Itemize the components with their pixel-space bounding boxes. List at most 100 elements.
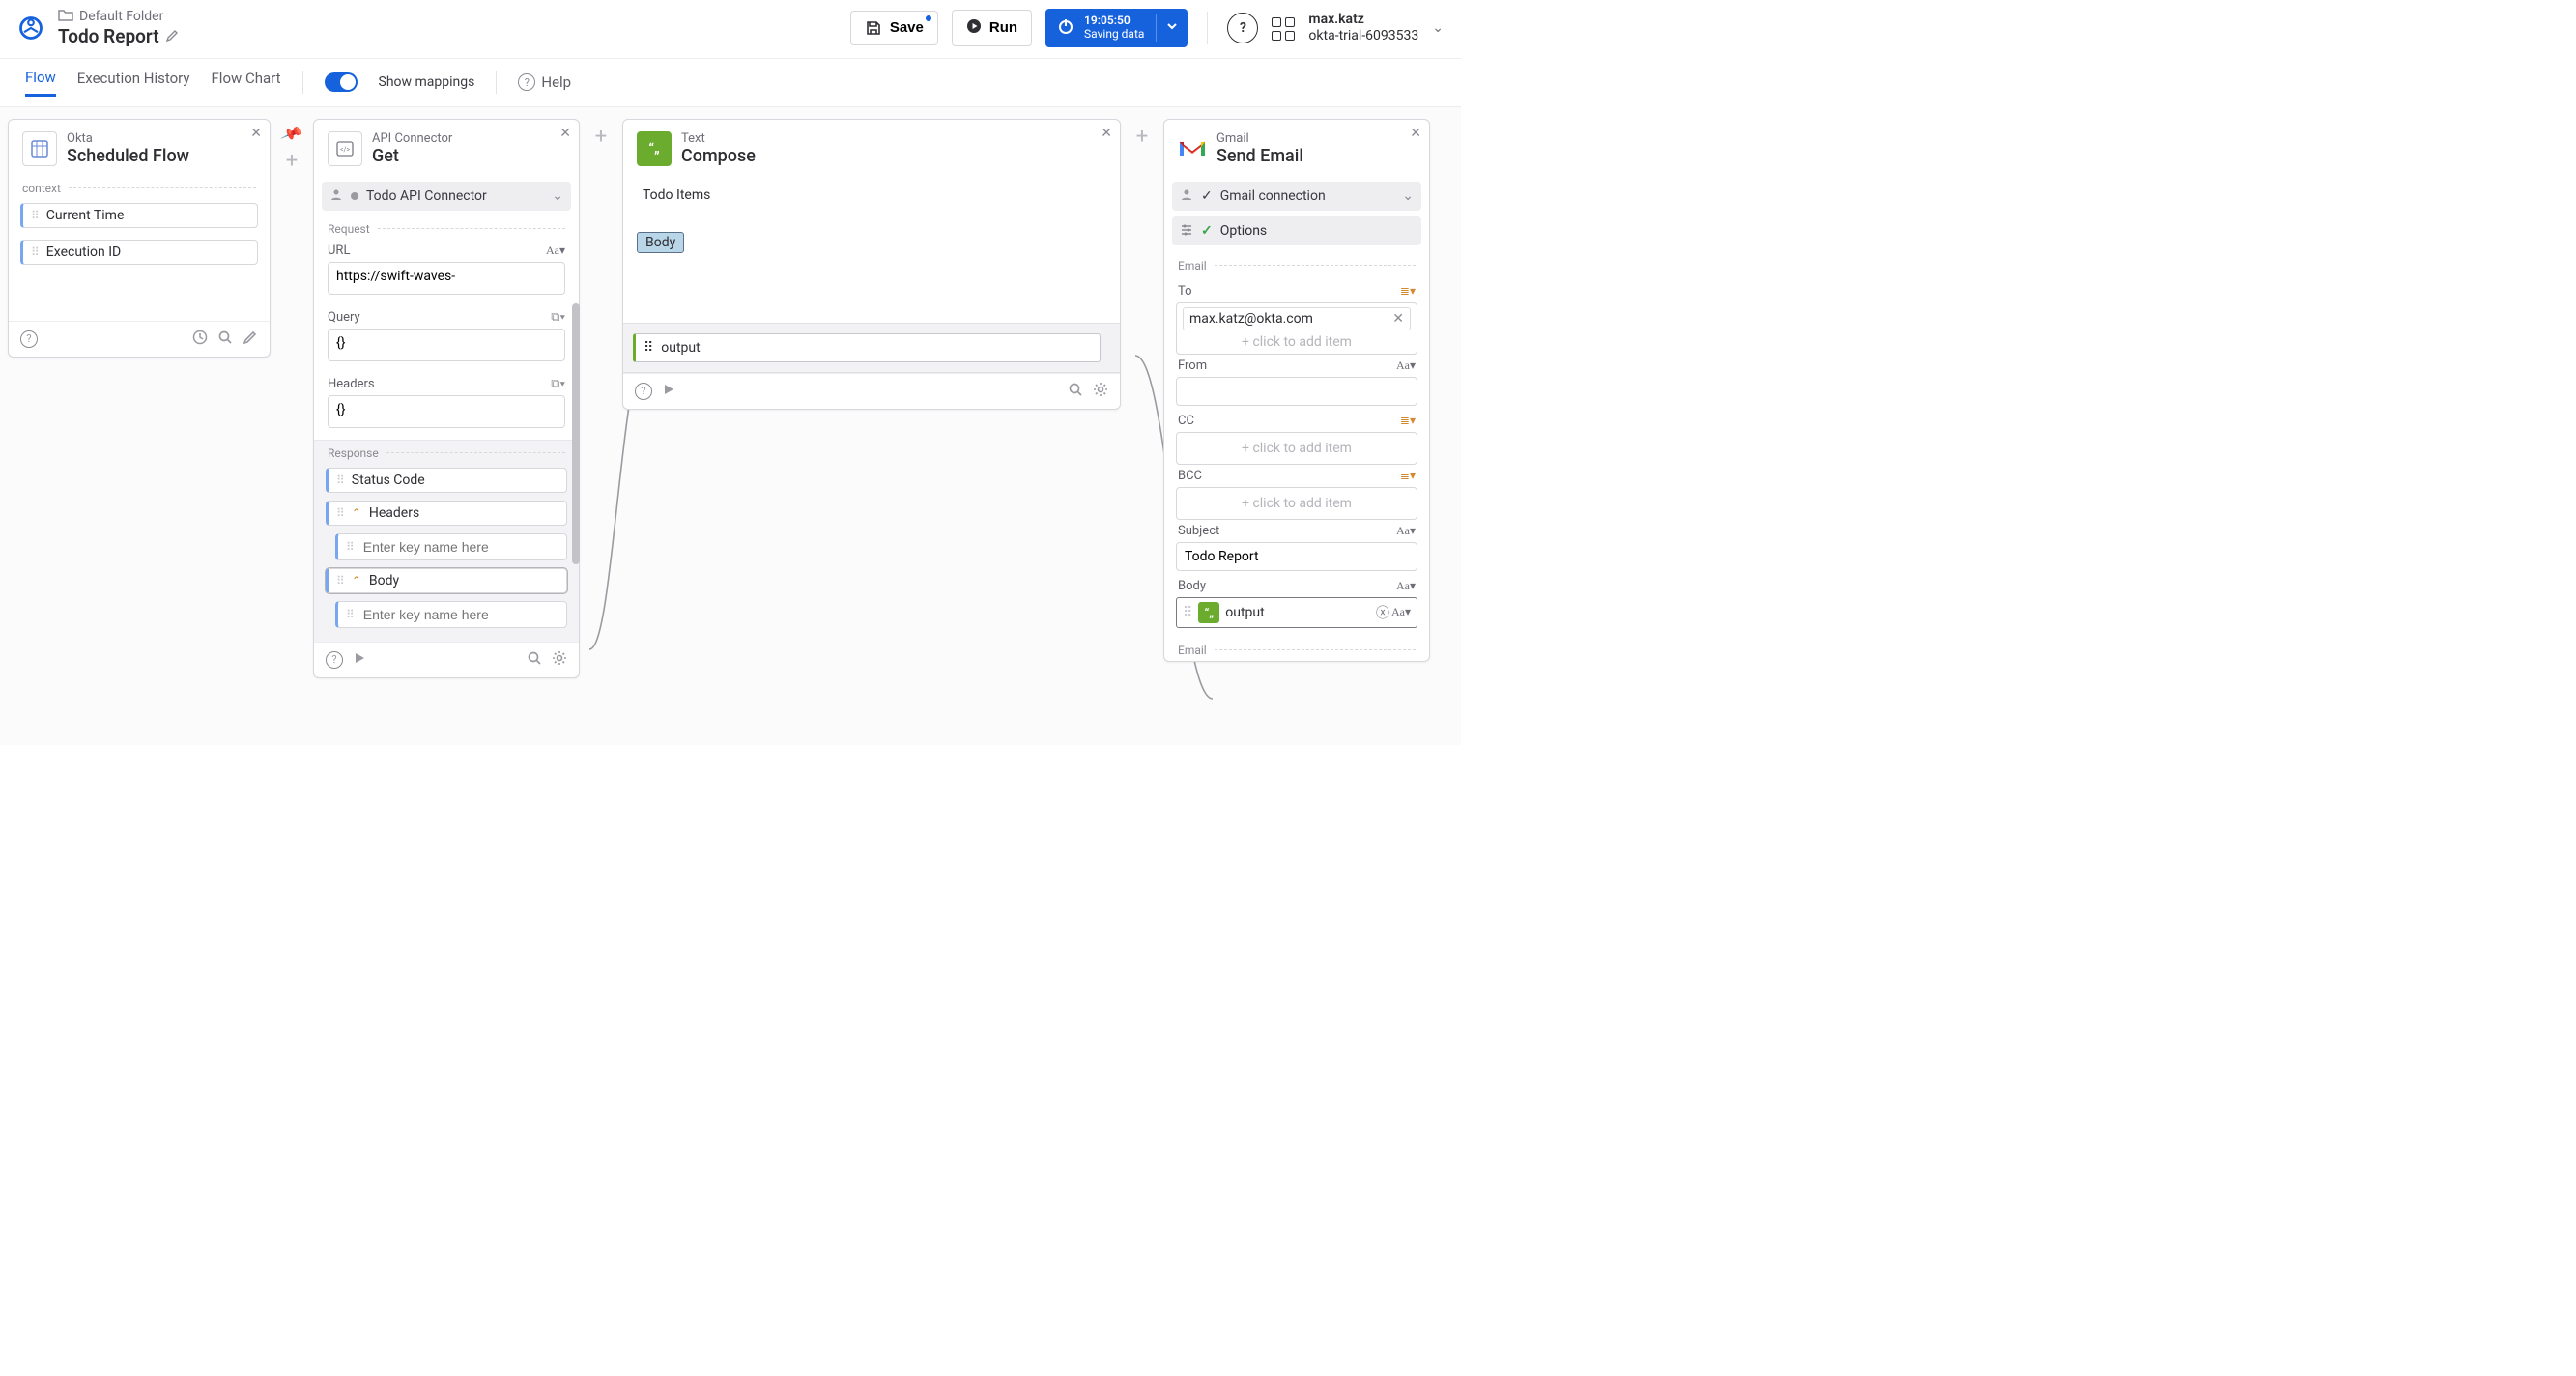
- remove-chip-icon[interactable]: ✕: [1392, 311, 1404, 327]
- section-request: Request: [314, 216, 579, 240]
- app-switcher-icon[interactable]: [1272, 15, 1295, 41]
- body-key-input[interactable]: [361, 606, 558, 623]
- section-email-out: Email: [1164, 638, 1429, 661]
- card-help-icon[interactable]: ?: [326, 651, 343, 669]
- copy-icon[interactable]: ⧉▾: [551, 310, 565, 325]
- add-card-icon[interactable]: +: [595, 125, 607, 149]
- pill-label: Current Time: [46, 208, 125, 223]
- close-icon[interactable]: ✕: [250, 126, 262, 141]
- tab-flow-chart[interactable]: Flow Chart: [212, 70, 281, 95]
- connection-selector[interactable]: ✓ Gmail connection ⌄: [1172, 182, 1421, 211]
- show-mappings-label: Show mappings: [379, 74, 475, 90]
- chevron-down-icon[interactable]: ⌄: [1432, 20, 1444, 36]
- tab-execution-history[interactable]: Execution History: [77, 70, 190, 95]
- help-icon[interactable]: ?: [1227, 13, 1258, 43]
- gear-icon[interactable]: [1093, 382, 1108, 401]
- card-title: Compose: [681, 146, 756, 166]
- play-icon[interactable]: [353, 651, 366, 669]
- options-label: Options: [1220, 223, 1267, 239]
- type-indicator[interactable]: Aa▾: [1391, 605, 1411, 619]
- status-dot-icon: [351, 192, 358, 200]
- card-supertitle: Okta: [67, 131, 189, 146]
- bcc-field[interactable]: + click to add item: [1176, 487, 1417, 520]
- output-execution-id[interactable]: ⠿ Execution ID: [20, 240, 258, 265]
- list-toggle-icon[interactable]: ≣▾: [1400, 469, 1416, 482]
- query-label: Query: [328, 310, 360, 325]
- scrollbar[interactable]: [572, 303, 580, 564]
- clock-icon[interactable]: [192, 330, 208, 349]
- pin-icon[interactable]: 📌: [279, 122, 303, 146]
- output-current-time[interactable]: ⠿ Current Time: [20, 203, 258, 228]
- folder-name[interactable]: Default Folder: [79, 9, 163, 25]
- compose-output[interactable]: ⠿ output: [633, 333, 1101, 362]
- chevron-down-icon: ⌄: [1402, 188, 1414, 204]
- close-icon[interactable]: ✕: [559, 126, 571, 141]
- run-button[interactable]: Run: [952, 10, 1032, 46]
- grip-icon: ⠿: [31, 209, 39, 222]
- power-icon: [1057, 17, 1074, 39]
- from-input[interactable]: [1176, 377, 1417, 406]
- cc-field[interactable]: + click to add item: [1176, 432, 1417, 465]
- card-help-icon[interactable]: ?: [20, 330, 38, 348]
- list-toggle-icon[interactable]: ≣▾: [1400, 284, 1416, 298]
- unsaved-dot-icon: [926, 15, 931, 21]
- list-toggle-icon[interactable]: ≣▾: [1400, 414, 1416, 427]
- type-indicator[interactable]: Aa▾: [1396, 579, 1416, 593]
- tab-flow[interactable]: Flow: [25, 69, 56, 97]
- type-indicator[interactable]: Aa▾: [1396, 358, 1416, 373]
- add-to-item[interactable]: + click to add item: [1183, 334, 1411, 350]
- expand-icon[interactable]: ⌃: [352, 506, 361, 520]
- output-headers[interactable]: ⠿ ⌃ Headers: [326, 501, 567, 526]
- url-input[interactable]: [328, 262, 565, 295]
- flow-status-button[interactable]: 19:05:50 Saving data: [1045, 9, 1188, 47]
- close-icon[interactable]: ✕: [1101, 126, 1112, 141]
- save-button[interactable]: Save: [850, 11, 938, 45]
- edit-title-icon[interactable]: [165, 26, 179, 48]
- copy-icon[interactable]: ⧉▾: [551, 377, 565, 391]
- edit-icon[interactable]: [243, 330, 258, 349]
- grip-icon: ⠿: [346, 540, 354, 554]
- clear-body-icon[interactable]: ⓧ: [1376, 603, 1389, 622]
- show-mappings-toggle[interactable]: [325, 72, 358, 92]
- status-time: 19:05:50: [1084, 14, 1144, 28]
- add-card-icon[interactable]: +: [1136, 125, 1148, 149]
- headers-key-input[interactable]: [361, 538, 558, 556]
- query-input[interactable]: [328, 329, 565, 361]
- card-api-get: ✕ </> API Connector Get Todo API Connect…: [313, 119, 580, 678]
- output-status-code[interactable]: ⠿ Status Code: [326, 468, 567, 493]
- add-cc-item[interactable]: + click to add item: [1183, 441, 1411, 456]
- search-icon[interactable]: [1068, 382, 1083, 401]
- card-help-icon[interactable]: ?: [635, 383, 652, 400]
- body-field[interactable]: ⠿ “„ output ⓧ Aa▾: [1176, 597, 1417, 628]
- to-field[interactable]: max.katz@okta.com ✕ + click to add item: [1176, 302, 1417, 355]
- play-icon[interactable]: [662, 383, 675, 400]
- connection-selector[interactable]: Todo API Connector ⌄: [322, 182, 571, 211]
- text-icon: “„: [637, 131, 672, 166]
- mapped-body-chip[interactable]: Body: [637, 232, 684, 253]
- search-icon[interactable]: [217, 330, 233, 349]
- search-icon[interactable]: [527, 650, 542, 670]
- add-card-icon[interactable]: +: [286, 149, 298, 173]
- options-row[interactable]: ✓ Options: [1172, 216, 1421, 245]
- help-link[interactable]: ? Help: [518, 73, 571, 91]
- from-label: From: [1178, 358, 1207, 373]
- close-icon[interactable]: ✕: [1410, 126, 1421, 141]
- headers-input[interactable]: [328, 395, 565, 428]
- gear-icon[interactable]: [552, 650, 567, 670]
- user-menu[interactable]: max.katz okta-trial-6093533: [1308, 12, 1418, 44]
- compose-text[interactable]: Todo Items: [643, 187, 1101, 203]
- card-text-compose: ✕ “„ Text Compose Todo Items Body ⠿ outp…: [622, 119, 1121, 410]
- text-source-icon: “„: [1198, 602, 1219, 623]
- svg-text:</>: </>: [340, 146, 350, 154]
- type-indicator[interactable]: Aa▾: [1396, 524, 1416, 538]
- save-label: Save: [890, 19, 924, 36]
- subject-input[interactable]: [1176, 542, 1417, 571]
- grip-icon: ⠿: [346, 608, 354, 621]
- api-icon: </>: [328, 131, 362, 166]
- body-label: Body: [1178, 579, 1206, 593]
- status-dropdown-icon[interactable]: [1156, 14, 1188, 42]
- expand-icon[interactable]: ⌃: [352, 574, 361, 588]
- type-indicator[interactable]: Aa▾: [546, 244, 565, 258]
- add-bcc-item[interactable]: + click to add item: [1183, 496, 1411, 511]
- output-body[interactable]: ⠿ ⌃ Body: [326, 568, 567, 593]
